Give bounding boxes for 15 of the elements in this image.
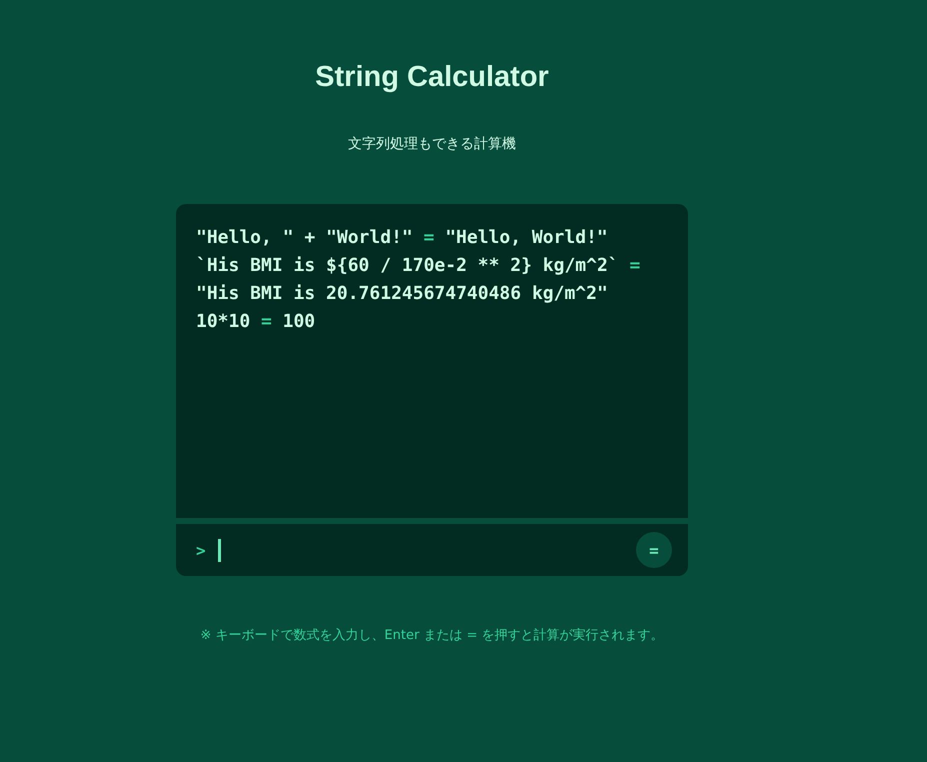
app-subtitle: 文字列処理もできる計算機 bbox=[348, 135, 516, 154]
equals-sign: = bbox=[424, 227, 434, 248]
equals-sign: = bbox=[629, 255, 640, 276]
history-result: "His BMI is 20.761245674740486 kg/m^2" bbox=[196, 282, 608, 306]
equals-sign: = bbox=[260, 311, 272, 332]
equals-button[interactable]: = bbox=[636, 532, 672, 568]
input-bar[interactable]: > = bbox=[176, 524, 688, 576]
history-expression: `His BMI is ${60 / 170e-2 ** 2} kg/m^2` bbox=[196, 255, 619, 276]
history-expression: "Hello, " + "World!" bbox=[196, 227, 413, 248]
prompt-sign: > bbox=[196, 540, 206, 560]
history-expression: 10*10 bbox=[196, 311, 250, 332]
history-result: "Hello, World!" bbox=[445, 226, 608, 250]
history-result: 100 bbox=[282, 310, 316, 334]
app-title: String Calculator bbox=[315, 60, 549, 95]
usage-note: ※ キーボードで数式を入力し、Enter または = を押すと計算が実行されます。 bbox=[200, 627, 664, 645]
